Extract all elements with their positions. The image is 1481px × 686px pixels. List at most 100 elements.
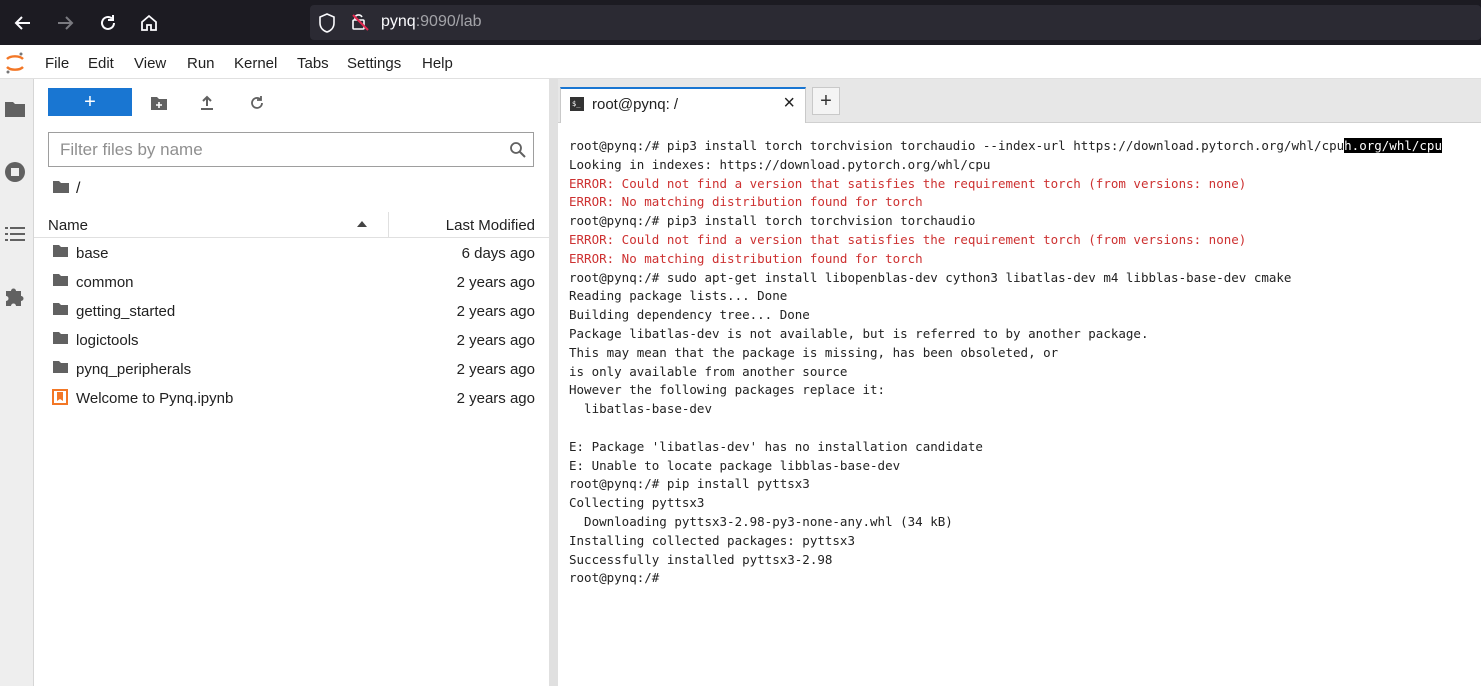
file-list-header: Name Last Modified <box>34 212 549 238</box>
tab-terminal[interactable]: $_ root@pynq: / × <box>560 87 806 123</box>
file-name: common <box>76 274 134 291</box>
file-row-getting-started[interactable]: getting_started 2 years ago <box>34 297 549 326</box>
terminal-line: ERROR: Could not find a version that sat… <box>569 175 1481 194</box>
left-activity-bar <box>0 79 34 686</box>
file-modified: 2 years ago <box>456 390 535 407</box>
file-list: base 6 days ago common 2 years ago getti… <box>34 239 549 413</box>
url-path: :9090/lab <box>415 13 482 30</box>
folder-icon <box>52 331 68 347</box>
terminal-output[interactable]: root@pynq:/# pip3 install torch torchvis… <box>558 124 1481 686</box>
terminal-line: Successfully installed pyttsx3-2.98 <box>569 551 1481 570</box>
upload-icon[interactable] <box>197 93 217 113</box>
terminal-line: is only available from another source <box>569 363 1481 382</box>
terminal-line: E: Package 'libatlas-dev' has no install… <box>569 438 1481 457</box>
table-of-contents-icon[interactable] <box>4 223 26 245</box>
address-bar[interactable]: pynq:9090/lab <box>310 5 1481 40</box>
file-name: getting_started <box>76 303 176 320</box>
home-icon[interactable] <box>136 10 162 36</box>
running-sessions-icon[interactable] <box>4 161 26 183</box>
terminal-line-text: Reading package lists... Done <box>569 288 788 304</box>
terminal-line-text: Downloading pyttsx3-2.98-py3-none-any.wh… <box>569 513 953 529</box>
panel-splitter[interactable] <box>549 79 558 686</box>
terminal-line-text: root@pynq:/# pip3 install torch torchvis… <box>569 213 976 229</box>
file-modified: 6 days ago <box>461 245 535 262</box>
main-tab-bar: $_ root@pynq: / × + <box>558 79 1481 123</box>
terminal-line: root@pynq:/# <box>569 569 1481 588</box>
file-modified: 2 years ago <box>456 332 535 349</box>
terminal-line-text: This may mean that the package is missin… <box>569 344 1059 360</box>
menu-help[interactable]: Help <box>422 55 453 72</box>
tab-label: root@pynq: / <box>592 96 679 113</box>
terminal-icon: $_ <box>570 97 584 111</box>
menu-tabs[interactable]: Tabs <box>297 55 329 72</box>
menu-kernel[interactable]: Kernel <box>234 55 277 72</box>
terminal-line: Downloading pyttsx3-2.98-py3-none-any.wh… <box>569 513 1481 532</box>
menu-edit[interactable]: Edit <box>88 55 114 72</box>
folder-icon <box>52 360 68 376</box>
terminal-line: ERROR: No matching distribution found fo… <box>569 250 1481 269</box>
terminal-line-text: Successfully installed pyttsx3-2.98 <box>569 551 833 567</box>
terminal-line: Reading package lists... Done <box>569 287 1481 306</box>
extensions-puzzle-icon[interactable] <box>4 285 26 307</box>
terminal-line: Looking in indexes: https://download.pyt… <box>569 156 1481 175</box>
insecure-lock-icon[interactable] <box>350 12 370 35</box>
close-icon[interactable]: × <box>783 93 795 113</box>
terminal-line: root@pynq:/# pip3 install torch torchvis… <box>569 212 1481 231</box>
reload-icon[interactable] <box>95 10 121 36</box>
file-row-base[interactable]: base 6 days ago <box>34 239 549 268</box>
filter-files-input[interactable] <box>49 133 489 166</box>
new-tab-button[interactable]: + <box>812 87 840 115</box>
file-row-common[interactable]: common 2 years ago <box>34 268 549 297</box>
terminal-line: root@pynq:/# pip install pyttsx3 <box>569 475 1481 494</box>
file-name: Welcome to Pynq.ipynb <box>76 390 234 407</box>
back-arrow-icon[interactable] <box>10 10 36 36</box>
sort-ascending-icon[interactable] <box>357 221 367 227</box>
terminal-line-text: root@pynq:/# pip3 install torch torchvis… <box>569 138 1345 153</box>
terminal-line-text: ERROR: No matching distribution found fo… <box>569 250 923 266</box>
terminal-line-text: Collecting pyttsx3 <box>569 495 705 511</box>
terminal-line-text: E: Package 'libatlas-dev' has no install… <box>569 438 983 454</box>
file-modified: 2 years ago <box>456 303 535 320</box>
browser-toolbar: pynq:9090/lab <box>0 0 1481 45</box>
menu-settings[interactable]: Settings <box>347 55 401 72</box>
shield-icon[interactable] <box>318 13 336 36</box>
file-row-welcome-notebook[interactable]: Welcome to Pynq.ipynb 2 years ago <box>34 384 549 413</box>
folder-icon <box>52 244 68 260</box>
refresh-icon[interactable] <box>247 93 267 113</box>
terminal-line: E: Unable to locate package libblas-base… <box>569 457 1481 476</box>
folder-icon <box>52 273 68 289</box>
terminal-line-text: root@pynq:/# <box>569 570 660 586</box>
file-row-logictools[interactable]: logictools 2 years ago <box>34 326 549 355</box>
menu-view[interactable]: View <box>134 55 166 72</box>
menu-run[interactable]: Run <box>187 55 215 72</box>
terminal-line: ERROR: No matching distribution found fo… <box>569 193 1481 212</box>
column-last-modified-header[interactable]: Last Modified <box>446 217 535 234</box>
terminal-line-text: Installing collected packages: pyttsx3 <box>569 532 855 548</box>
search-icon <box>509 141 526 161</box>
breadcrumb-root[interactable]: / <box>76 180 80 198</box>
terminal-line: However the following packages replace i… <box>569 381 1481 400</box>
terminal-line-text: Package libatlas-dev is not available, b… <box>569 325 1149 341</box>
column-name-header[interactable]: Name <box>48 217 88 234</box>
file-modified: 2 years ago <box>456 361 535 378</box>
terminal-line-text: E: Unable to locate package libblas-base… <box>569 457 901 473</box>
terminal-line: Package libatlas-dev is not available, b… <box>569 325 1481 344</box>
forward-arrow-icon[interactable] <box>52 10 78 36</box>
terminal-line: Collecting pyttsx3 <box>569 494 1481 513</box>
url-host: pynq <box>381 13 416 30</box>
file-row-pynq-peripherals[interactable]: pynq_peripherals 2 years ago <box>34 355 549 384</box>
folder-icon[interactable] <box>4 98 26 120</box>
terminal-line-text: Building dependency tree... Done <box>569 307 810 323</box>
menu-file[interactable]: File <box>45 55 69 72</box>
root-folder-icon[interactable] <box>52 180 70 199</box>
filter-files-field[interactable] <box>48 132 534 167</box>
terminal-line: root@pynq:/# sudo apt-get install libope… <box>569 269 1481 288</box>
file-modified: 2 years ago <box>456 274 535 291</box>
new-folder-icon[interactable] <box>149 93 169 113</box>
jupyter-menubar: File Edit View Run Kernel Tabs Settings … <box>0 45 1481 79</box>
url-text[interactable]: pynq:9090/lab <box>381 13 482 31</box>
terminal-line-text: However the following packages replace i… <box>569 382 886 398</box>
new-launcher-button[interactable]: + <box>48 88 132 116</box>
jupyter-logo-icon <box>4 51 26 75</box>
